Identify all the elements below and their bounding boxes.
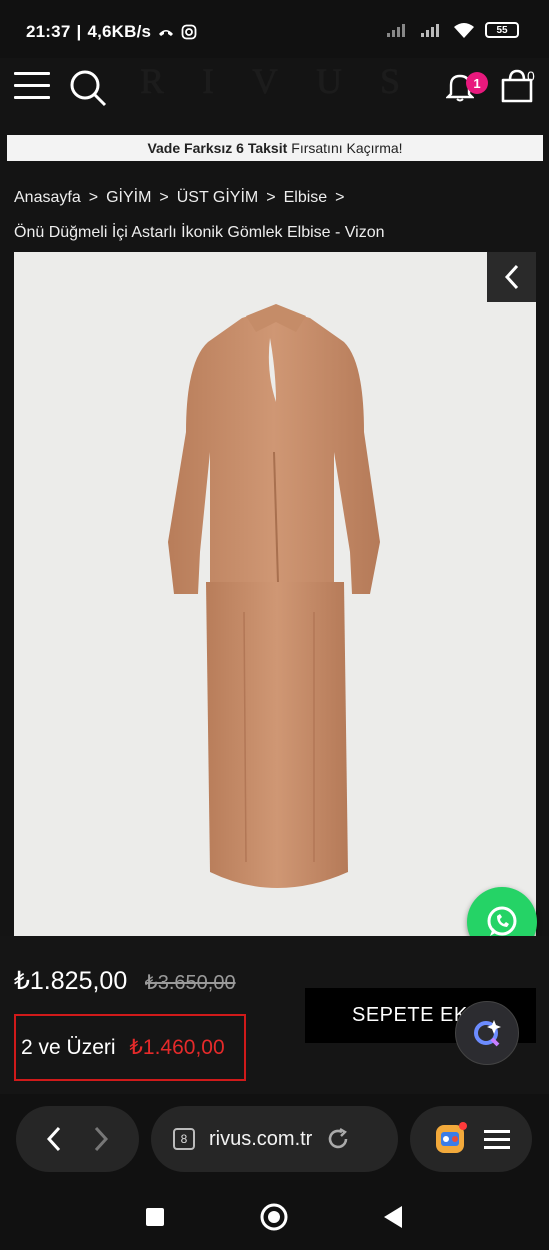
status-right: 55 xyxy=(385,22,519,38)
product-image[interactable] xyxy=(14,252,536,936)
brand-logo[interactable]: RIVUS xyxy=(140,60,438,102)
wifi-icon xyxy=(454,23,474,38)
promo-bold-text: Vade Farksız 6 Taksit xyxy=(147,140,288,156)
notification-badge: 1 xyxy=(466,72,488,94)
status-time: 21:37 xyxy=(26,22,71,41)
network-speed: 4,6KB/s xyxy=(87,22,152,41)
browser-toolbar: 8 rivus.com.tr xyxy=(0,1094,549,1186)
breadcrumb-separator: > xyxy=(266,189,276,206)
menu-icon[interactable] xyxy=(483,1128,510,1150)
search-icon[interactable] xyxy=(68,68,108,108)
promo-banner[interactable]: Vade Farksız 6 Taksit Fırsatını Kaçırma! xyxy=(7,135,543,161)
instagram-icon xyxy=(181,24,197,40)
bulk-label: 2 ve Üzeri xyxy=(21,1035,116,1059)
hamburger-menu-icon[interactable] xyxy=(14,72,50,100)
system-nav-bar xyxy=(0,1186,549,1250)
chevron-left-icon xyxy=(504,264,518,290)
carousel-prev-button[interactable] xyxy=(487,252,536,302)
url-text[interactable]: rivus.com.tr xyxy=(209,1128,312,1151)
breadcrumb: Anasayfa > GİYİM > ÜST GİYİM > Elbise > xyxy=(14,189,345,207)
browser-nav-pill xyxy=(16,1106,139,1172)
breadcrumb-item-elbise[interactable]: Elbise xyxy=(284,189,328,207)
status-bar: 21:37 | 4,6KB/s 55 xyxy=(0,0,549,58)
no-signal-icon xyxy=(387,24,405,37)
site-header: RIVUS 1 0 xyxy=(0,58,549,134)
signal-icon xyxy=(421,24,439,37)
tab-count[interactable]: 8 xyxy=(173,1128,195,1150)
browser-menu-pill xyxy=(410,1106,532,1172)
product-title: Önü Düğmeli İçi Astarlı İkonik Gömlek El… xyxy=(14,224,385,241)
browser-forward-icon[interactable] xyxy=(91,1125,111,1153)
assistant-icon xyxy=(474,1020,501,1047)
cart-count: 0 xyxy=(527,68,535,84)
floating-assistant-button[interactable] xyxy=(455,1001,519,1065)
call-icon xyxy=(159,30,174,36)
home-icon[interactable] xyxy=(259,1202,289,1232)
breadcrumb-item-home[interactable]: Anasayfa xyxy=(14,189,81,207)
bulk-price: ₺1.460,00 xyxy=(129,1036,225,1059)
breadcrumb-separator: > xyxy=(88,189,99,206)
games-icon[interactable] xyxy=(433,1122,467,1156)
battery-icon: 55 xyxy=(485,22,519,38)
recents-icon[interactable] xyxy=(145,1207,165,1227)
breadcrumb-item-ust-giyim[interactable]: ÜST GİYİM xyxy=(177,189,259,207)
current-price: ₺1.825,00 xyxy=(14,967,128,995)
dress-illustration xyxy=(168,304,380,888)
promo-text: Fırsatını Kaçırma! xyxy=(291,140,403,156)
bulk-discount-box: 2 ve Üzeri ₺1.460,00 xyxy=(14,1014,246,1081)
back-icon[interactable] xyxy=(382,1205,404,1229)
breadcrumb-item-giyim[interactable]: GİYİM xyxy=(106,189,151,207)
status-left: 21:37 | 4,6KB/s xyxy=(26,22,197,42)
reload-icon[interactable] xyxy=(326,1127,350,1151)
whatsapp-icon xyxy=(487,906,517,936)
browser-back-icon[interactable] xyxy=(44,1125,64,1153)
breadcrumb-separator: > xyxy=(335,189,345,206)
breadcrumb-separator: > xyxy=(159,189,169,206)
address-bar[interactable]: 8 rivus.com.tr xyxy=(151,1106,398,1172)
old-price: ₺3.650,00 xyxy=(145,972,236,994)
